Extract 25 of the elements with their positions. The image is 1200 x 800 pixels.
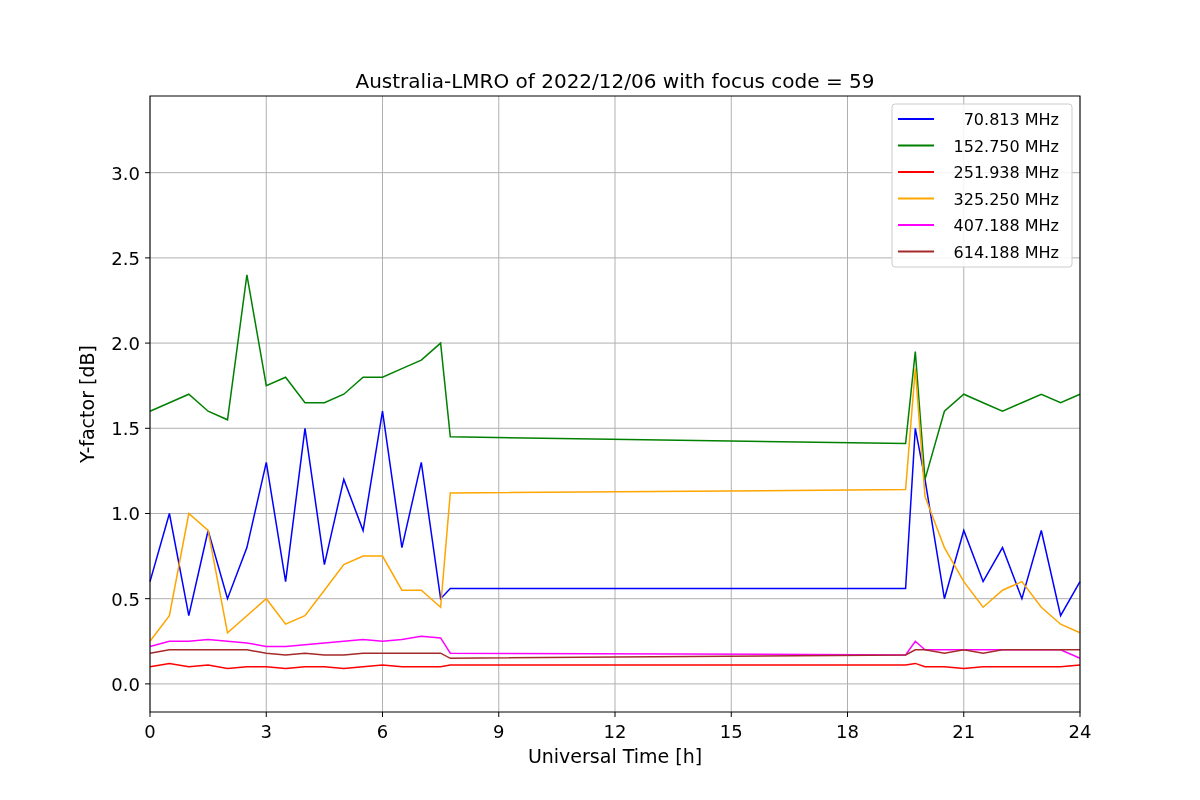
legend-label: 325.250 MHz [953, 189, 1059, 209]
x-tick-label: 0 [144, 721, 156, 742]
x-tick-label: 9 [493, 721, 505, 742]
y-tick-label: 0.0 [111, 673, 140, 695]
legend-label: 152.750 MHz [953, 136, 1059, 156]
y-tick-label: 0.5 [111, 588, 140, 610]
y-tick-label: 1.5 [111, 418, 140, 440]
chart-title: Australia-LMRO of 2022/12/06 with focus code = 59 [355, 69, 875, 93]
x-tick-label: 15 [719, 721, 743, 742]
y-tick-label: 3.0 [111, 162, 140, 184]
x-tick-label: 12 [603, 721, 627, 742]
y-axis-label: Y-factor [dB] [76, 345, 98, 463]
legend-label: 70.813 MHz [963, 110, 1059, 129]
x-axis-label: Universal Time [h] [527, 745, 703, 767]
y-tick-label: 2.0 [111, 333, 140, 355]
x-tick-label: 21 [952, 721, 976, 742]
x-tick-label: 18 [836, 721, 859, 742]
x-tick-label: 24 [1068, 721, 1092, 742]
x-tick-label: 6 [376, 721, 389, 742]
x-tick-label: 3 [260, 721, 272, 742]
legend-label: 614.188 MHz [953, 242, 1059, 262]
legend-label: 251.938 MHz [953, 163, 1059, 182]
legend-label: 407.188 MHz [953, 216, 1059, 235]
y-tick-label: 1.0 [111, 503, 140, 525]
y-tick-label: 2.5 [111, 247, 140, 269]
